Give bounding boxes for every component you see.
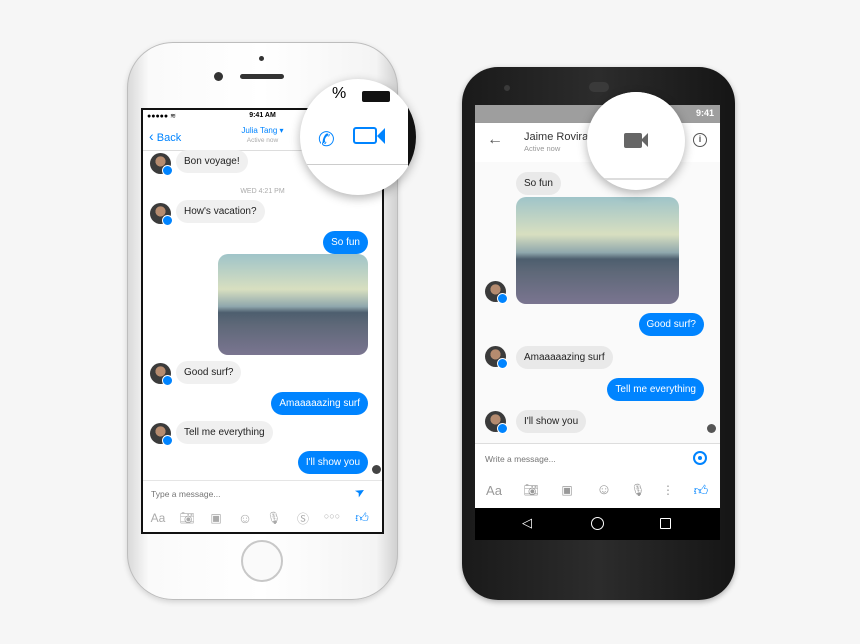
video-call-magnifier: % ✆ [300, 79, 416, 195]
message-bubble: I'll show you [297, 451, 368, 474]
avatar [485, 281, 508, 304]
android-speaker [589, 82, 609, 92]
video-call-icon[interactable] [353, 127, 377, 144]
avatar [150, 203, 173, 226]
beach-photo[interactable] [516, 197, 679, 304]
message-bubble: Tell me everything [176, 421, 273, 444]
like-icon[interactable]: 👍︎ [691, 482, 711, 499]
message-input[interactable] [151, 484, 341, 504]
info-icon[interactable]: i [693, 133, 707, 147]
emoji-icon[interactable]: ☺ [235, 510, 255, 526]
beach-photo[interactable] [218, 254, 368, 355]
video-call-magnifier [587, 92, 685, 190]
message-bubble: I'll show you [516, 410, 587, 433]
contact-label: Julia Tang [241, 126, 278, 135]
avatar [150, 153, 173, 176]
message-bubble: Good surf? [176, 361, 242, 384]
screen-edge [408, 79, 416, 195]
payment-icon[interactable]: Ⓢ [293, 510, 313, 527]
input-divider [143, 480, 382, 481]
avatar [150, 423, 173, 446]
avatar [150, 363, 173, 386]
mic-icon[interactable]: 🎙︎ [264, 511, 284, 525]
message-bubble: Bon voyage! [176, 150, 248, 173]
phone-call-icon[interactable]: ✆ [318, 127, 335, 152]
avatar [485, 346, 508, 369]
message-bubble: Amaaaaazing surf [516, 346, 613, 369]
status-time: 9:41 [695, 108, 714, 118]
message-bubble: So fun [323, 231, 368, 254]
active-status: Active now [524, 144, 561, 153]
iphone-top-dot [259, 56, 264, 61]
input-divider [475, 443, 720, 444]
photos-icon[interactable]: ▣ [206, 511, 226, 525]
message-bubble: How's vacation? [176, 200, 265, 223]
back-arrow-icon[interactable]: ← [487, 131, 503, 149]
emoji-icon[interactable]: ☺ [594, 481, 614, 498]
more-icon[interactable]: ○○○ [322, 511, 342, 521]
magnifier-status-bar [587, 92, 685, 110]
mic-icon[interactable]: 🎙︎ [628, 483, 648, 497]
text-format-icon[interactable]: Aa [484, 483, 504, 498]
nav-recents-icon[interactable] [660, 518, 671, 529]
contact-name[interactable]: Jaime Rovira [524, 131, 588, 143]
android-camera [504, 85, 510, 91]
camera-icon[interactable]: 📷︎ [177, 511, 197, 525]
battery-icon [362, 91, 390, 102]
camera-icon[interactable]: 📷︎ [521, 483, 541, 497]
read-receipt-avatar [707, 424, 716, 433]
video-call-lens [377, 128, 385, 144]
message-bubble: Good surf? [638, 313, 704, 336]
iphone-camera [214, 72, 223, 81]
magnifier-divider [300, 164, 416, 165]
message-input[interactable] [485, 449, 675, 469]
like-icon[interactable]: 👍︎ [352, 510, 372, 526]
battery-percent: % [332, 85, 347, 102]
nav-home-icon[interactable] [591, 517, 604, 530]
video-call-icon[interactable] [624, 133, 642, 148]
send-icon[interactable]: ➤ [352, 483, 368, 500]
message-bubble: Tell me everything [607, 378, 704, 401]
avatar [485, 411, 508, 434]
read-receipt-avatar [372, 465, 381, 474]
iphone-speaker [240, 74, 284, 79]
message-bubble: So fun [516, 172, 561, 195]
more-icon[interactable]: ⋮ [658, 483, 678, 497]
text-format-icon[interactable]: Aa [148, 511, 168, 525]
home-button[interactable] [241, 540, 283, 582]
message-bubble: Amaaaaazing surf [271, 392, 368, 415]
magnifier-divider [587, 178, 685, 180]
nav-back-icon[interactable]: ◁ [522, 515, 532, 531]
image-icon[interactable]: ▣ [557, 483, 577, 497]
video-call-lens [641, 133, 648, 147]
location-icon[interactable] [693, 451, 707, 465]
